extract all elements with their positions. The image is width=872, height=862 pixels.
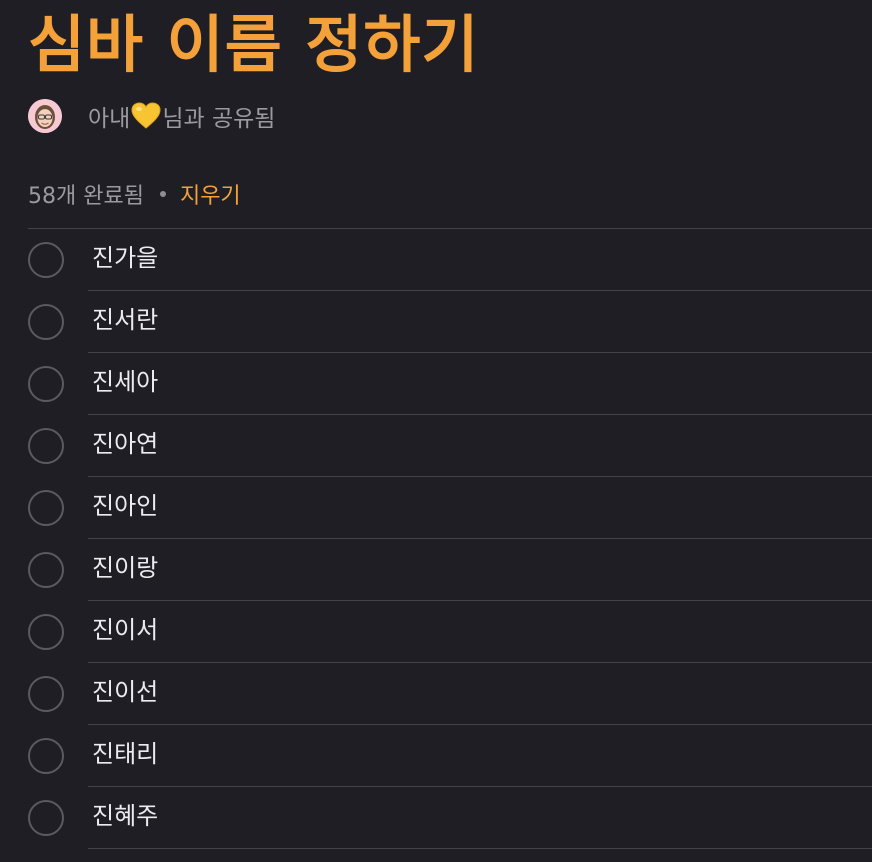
list-item[interactable]: 진아인 [0,477,872,539]
completion-checkbox[interactable] [28,800,64,836]
list-item-label[interactable]: 진이서 [92,601,158,659]
separator-dot [159,191,166,197]
completion-checkbox[interactable] [28,614,64,650]
memoji-avatar-icon [28,99,62,133]
shared-with-suffix: 님과 공유됨 [162,106,276,132]
yellow-heart-icon [131,102,161,130]
list-item[interactable]: 진아연 [0,415,872,477]
reminder-list: 진가을 진서란 진세아 진아연 진아인 진이랑 진이서 진이선 진태리 진혜주 [0,229,872,849]
list-item[interactable]: 진이선 [0,663,872,725]
list-item[interactable]: 진가을 [0,229,872,291]
list-item-label[interactable]: 진태리 [92,725,158,783]
list-item-label[interactable]: 진세아 [92,353,158,411]
shared-with-name: 아내 [88,106,131,132]
list-item-label[interactable]: 진아인 [92,477,158,535]
list-item-label[interactable]: 진아연 [92,415,158,473]
list-item-label[interactable]: 진혜주 [92,787,158,845]
list-title[interactable]: 심바 이름 정하기 [28,2,479,88]
completed-status-row: 58개 완료됨 지우기 [28,176,241,212]
list-item-divider [88,848,872,849]
list-item[interactable]: 진이랑 [0,539,872,601]
list-item[interactable]: 진세아 [0,353,872,415]
list-item[interactable]: 진태리 [0,725,872,787]
clear-completed-button[interactable]: 지우기 [180,178,241,210]
completion-checkbox[interactable] [28,366,64,402]
list-item[interactable]: 진이서 [0,601,872,663]
reminders-list-page: 심바 이름 정하기 아내 님과 공유됨 58개 완료됨 지우기 진가을 진서란 … [0,0,872,862]
list-item-label[interactable]: 진서란 [92,291,158,349]
completed-count: 58개 완료됨 [28,184,144,209]
list-item-label[interactable]: 진이선 [92,663,158,721]
list-item-label[interactable]: 진가을 [92,229,158,287]
shared-with-row[interactable]: 아내 님과 공유됨 [28,98,275,134]
completion-checkbox[interactable] [28,738,64,774]
completion-checkbox[interactable] [28,428,64,464]
completion-checkbox[interactable] [28,304,64,340]
completion-checkbox[interactable] [28,676,64,712]
list-item[interactable]: 진서란 [0,291,872,353]
list-item[interactable]: 진혜주 [0,787,872,849]
completion-checkbox[interactable] [28,552,64,588]
list-item-label[interactable]: 진이랑 [92,539,158,597]
completion-checkbox[interactable] [28,490,64,526]
completion-checkbox[interactable] [28,242,64,278]
shared-with-text: 아내 님과 공유됨 [88,99,275,133]
